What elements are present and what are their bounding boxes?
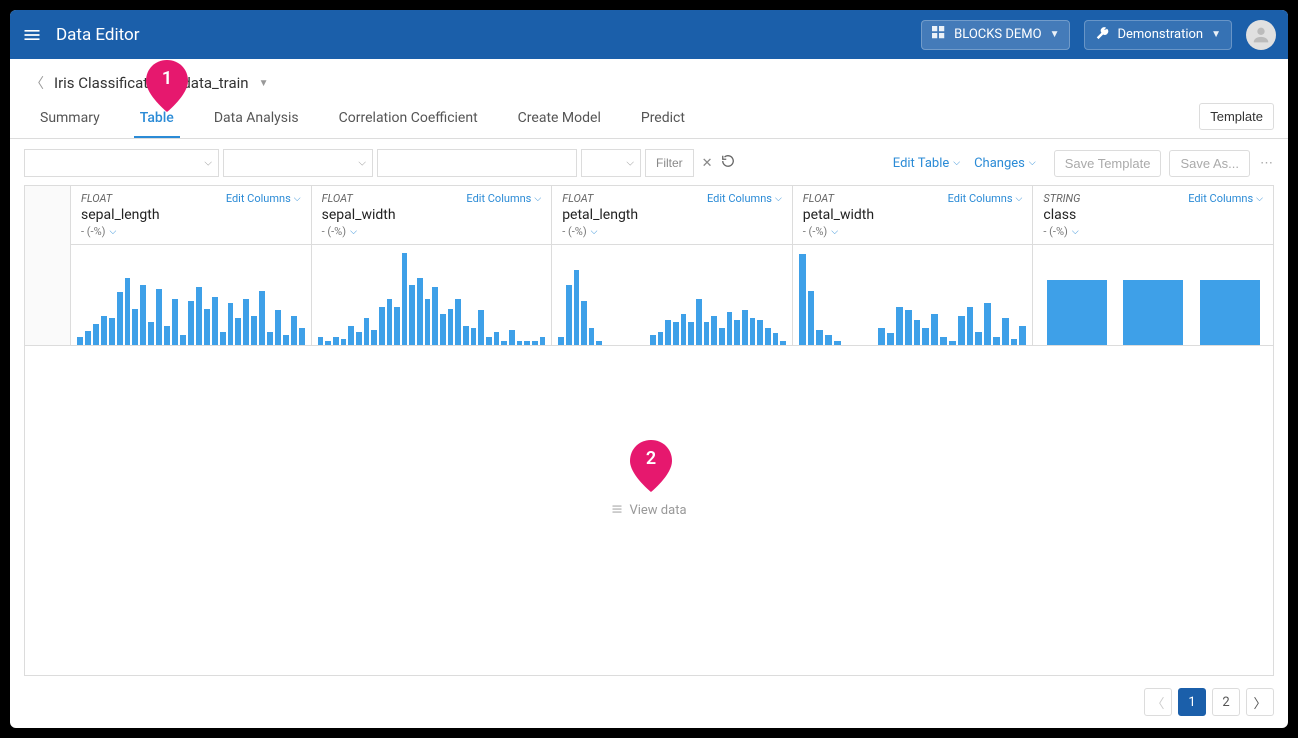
filter-select-1[interactable]: ⌵ <box>24 149 219 177</box>
menu-icon[interactable] <box>22 25 42 45</box>
list-icon <box>611 503 623 519</box>
context-selector[interactable]: Demonstration ▼ <box>1084 20 1232 50</box>
tab-create-model[interactable]: Create Model <box>512 100 607 138</box>
column-name: class <box>1043 207 1263 223</box>
page-prev[interactable]: 〈 <box>1144 688 1172 716</box>
edit-table-button[interactable]: Edit Table⌵ <box>893 156 960 171</box>
edit-columns-button[interactable]: Edit Columns⌵ <box>707 192 782 205</box>
app-title: Data Editor <box>56 25 140 45</box>
template-button[interactable]: Template <box>1199 103 1274 130</box>
tab-summary[interactable]: Summary <box>34 100 106 138</box>
column-dtype: STRING <box>1043 192 1080 205</box>
breadcrumb: 〈 Iris Classification / data_train ▼ <box>10 59 1288 99</box>
column-dtype: FLOAT <box>803 192 834 205</box>
tab-data-analysis[interactable]: Data Analysis <box>208 100 305 138</box>
chevron-down-icon: ⌵ <box>626 158 634 169</box>
column-name: petal_length <box>562 207 782 223</box>
chevron-down-icon[interactable]: ▼ <box>259 78 269 89</box>
histogram-class <box>1033 245 1273 345</box>
chevron-down-icon[interactable]: ⌵ <box>1072 227 1079 237</box>
column-sepal-width: FLOAT Edit Columns⌵ sepal_width - (-%) ⌵ <box>312 186 553 345</box>
column-stat: - (-%) <box>803 225 827 238</box>
column-sepal-length: FLOAT Edit Columns⌵ sepal_length - (-%) ⌵ <box>71 186 312 345</box>
filter-select-3[interactable]: ⌵ <box>581 149 641 177</box>
app-header: Data Editor BLOCKS DEMO ▼ Demonstration … <box>10 10 1288 59</box>
columns-header: FLOATEdit Columns⌵ sepal_length - (-%)⌵ … <box>24 185 1274 346</box>
app-window: Data Editor BLOCKS DEMO ▼ Demonstration … <box>10 10 1288 728</box>
column-petal-width: FLOAT Edit Columns⌵ petal_width - (-%) ⌵ <box>793 186 1034 345</box>
back-button[interactable]: 〈 <box>30 73 44 93</box>
tab-correlation[interactable]: Correlation Coefficient <box>333 100 484 138</box>
column-dtype: FLOAT <box>562 192 593 205</box>
histogram-petal-width <box>793 245 1033 345</box>
row-header-column <box>25 186 71 345</box>
histogram-sepal-width <box>312 245 552 345</box>
column-name: petal_width <box>803 207 1023 223</box>
tab-table[interactable]: Table <box>134 100 180 138</box>
chevron-down-icon[interactable]: ⌵ <box>350 227 357 237</box>
column-name: sepal_length <box>81 207 301 223</box>
refresh-icon[interactable] <box>721 154 735 172</box>
context-label: Demonstration <box>1117 27 1203 42</box>
edit-columns-button[interactable]: Edit Columns⌵ <box>1188 192 1263 205</box>
column-dtype: FLOAT <box>81 192 112 205</box>
chevron-down-icon[interactable]: ⌵ <box>831 227 838 237</box>
breadcrumb-title[interactable]: Iris Classification / data_train <box>54 74 249 92</box>
table-body-empty: View data <box>24 346 1274 676</box>
more-icon[interactable]: ⋯ <box>1260 156 1274 171</box>
page-next[interactable]: 〉 <box>1246 688 1274 716</box>
filter-row: ⌵ ⌵ ⌵ Filter ✕ Edit Table⌵ Changes⌵ Save… <box>10 139 1288 177</box>
avatar[interactable] <box>1246 20 1276 50</box>
chevron-down-icon[interactable]: ⌵ <box>591 227 598 237</box>
chevron-down-icon: ▼ <box>1050 29 1060 40</box>
histogram-petal-length <box>552 245 792 345</box>
blocks-icon <box>932 26 946 44</box>
chevron-down-icon[interactable]: ⌵ <box>109 227 116 237</box>
chevron-down-icon: ▼ <box>1211 29 1221 40</box>
column-stat: - (-%) <box>81 225 105 238</box>
save-as-button[interactable]: Save As... <box>1169 150 1250 177</box>
column-class: STRING Edit Columns⌵ class - (-%) ⌵ <box>1033 186 1273 345</box>
project-selector[interactable]: BLOCKS DEMO ▼ <box>921 20 1070 50</box>
column-name: sepal_width <box>322 207 542 223</box>
column-stat: - (-%) <box>562 225 586 238</box>
chevron-down-icon: ⌵ <box>204 158 212 169</box>
filter-button[interactable]: Filter <box>645 149 694 177</box>
changes-button[interactable]: Changes⌵ <box>974 156 1036 171</box>
project-label: BLOCKS DEMO <box>954 27 1041 42</box>
filter-select-2[interactable]: ⌵ <box>223 149 373 177</box>
pagination: 〈 1 2 〉 <box>10 688 1288 728</box>
tabs: Summary Table Data Analysis Correlation … <box>10 99 1288 139</box>
column-stat: - (-%) <box>1043 225 1067 238</box>
save-template-button[interactable]: Save Template <box>1054 150 1162 177</box>
page-1[interactable]: 1 <box>1178 688 1206 716</box>
column-dtype: FLOAT <box>322 192 353 205</box>
chevron-down-icon: ⌵ <box>358 158 366 169</box>
edit-columns-button[interactable]: Edit Columns⌵ <box>948 192 1023 205</box>
clear-filter-icon[interactable]: ✕ <box>702 156 713 171</box>
column-stat: - (-%) <box>322 225 346 238</box>
filter-input[interactable] <box>377 149 577 177</box>
view-data-button[interactable]: View data <box>611 503 686 519</box>
page-2[interactable]: 2 <box>1212 688 1240 716</box>
tab-predict[interactable]: Predict <box>635 100 691 138</box>
histogram-sepal-length <box>71 245 311 345</box>
wrench-icon <box>1095 26 1109 44</box>
edit-columns-button[interactable]: Edit Columns⌵ <box>226 192 301 205</box>
edit-columns-button[interactable]: Edit Columns⌵ <box>466 192 541 205</box>
column-petal-length: FLOAT Edit Columns⌵ petal_length - (-%) ⌵ <box>552 186 793 345</box>
